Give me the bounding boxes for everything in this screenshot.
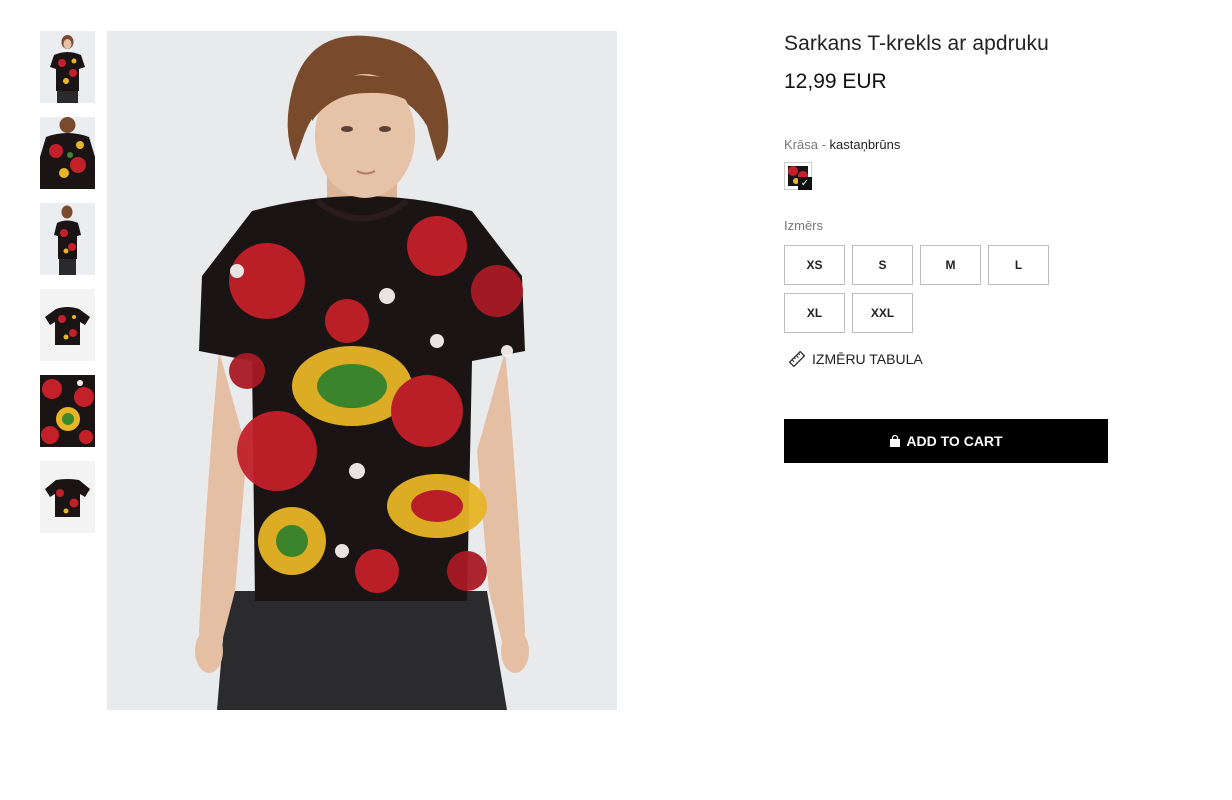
color-label-text: Krāsa - bbox=[784, 137, 830, 152]
product-info-panel: Sarkans T-krekls ar apdruku 12,99 EUR Kr… bbox=[784, 31, 1114, 463]
thumbnail-model-back[interactable] bbox=[40, 117, 95, 189]
size-table-label: IZMĒRU TABULA bbox=[812, 351, 923, 367]
thumbnail-model-side[interactable] bbox=[40, 203, 95, 275]
size-button-m[interactable]: M bbox=[920, 245, 981, 285]
size-button-xxl[interactable]: XXL bbox=[852, 293, 913, 333]
size-button-xs[interactable]: XS bbox=[784, 245, 845, 285]
size-button-s[interactable]: S bbox=[852, 245, 913, 285]
checkmark-icon: ✓ bbox=[798, 177, 812, 190]
thumbnail-gallery bbox=[40, 31, 95, 547]
main-product-image[interactable] bbox=[107, 31, 617, 710]
size-button-l[interactable]: L bbox=[988, 245, 1049, 285]
size-options: XS S M L XL XXL bbox=[784, 245, 1064, 333]
product-title: Sarkans T-krekls ar apdruku bbox=[784, 32, 1049, 55]
add-to-cart-label: ADD TO CART bbox=[906, 433, 1003, 449]
color-label: Krāsa - kastaņbrūns bbox=[784, 137, 1114, 153]
thumbnail-model-front[interactable] bbox=[40, 31, 95, 103]
color-swatch-selected[interactable]: ✓ bbox=[784, 162, 812, 190]
ruler-icon bbox=[789, 351, 805, 367]
color-value: kastaņbrūns bbox=[829, 137, 901, 152]
thumbnail-shirt-flat-front[interactable] bbox=[40, 289, 95, 361]
thumbnail-shirt-flat-back[interactable] bbox=[40, 461, 95, 533]
add-to-cart-button[interactable]: ADD TO CART bbox=[784, 419, 1108, 463]
size-label: Izmērs bbox=[784, 218, 823, 233]
size-button-xl[interactable]: XL bbox=[784, 293, 845, 333]
size-table-link[interactable]: IZMĒRU TABULA bbox=[784, 351, 1114, 367]
product-price: 12,99 EUR bbox=[784, 70, 887, 93]
thumbnail-print-detail[interactable] bbox=[40, 375, 95, 447]
shopping-bag-icon bbox=[890, 435, 901, 447]
